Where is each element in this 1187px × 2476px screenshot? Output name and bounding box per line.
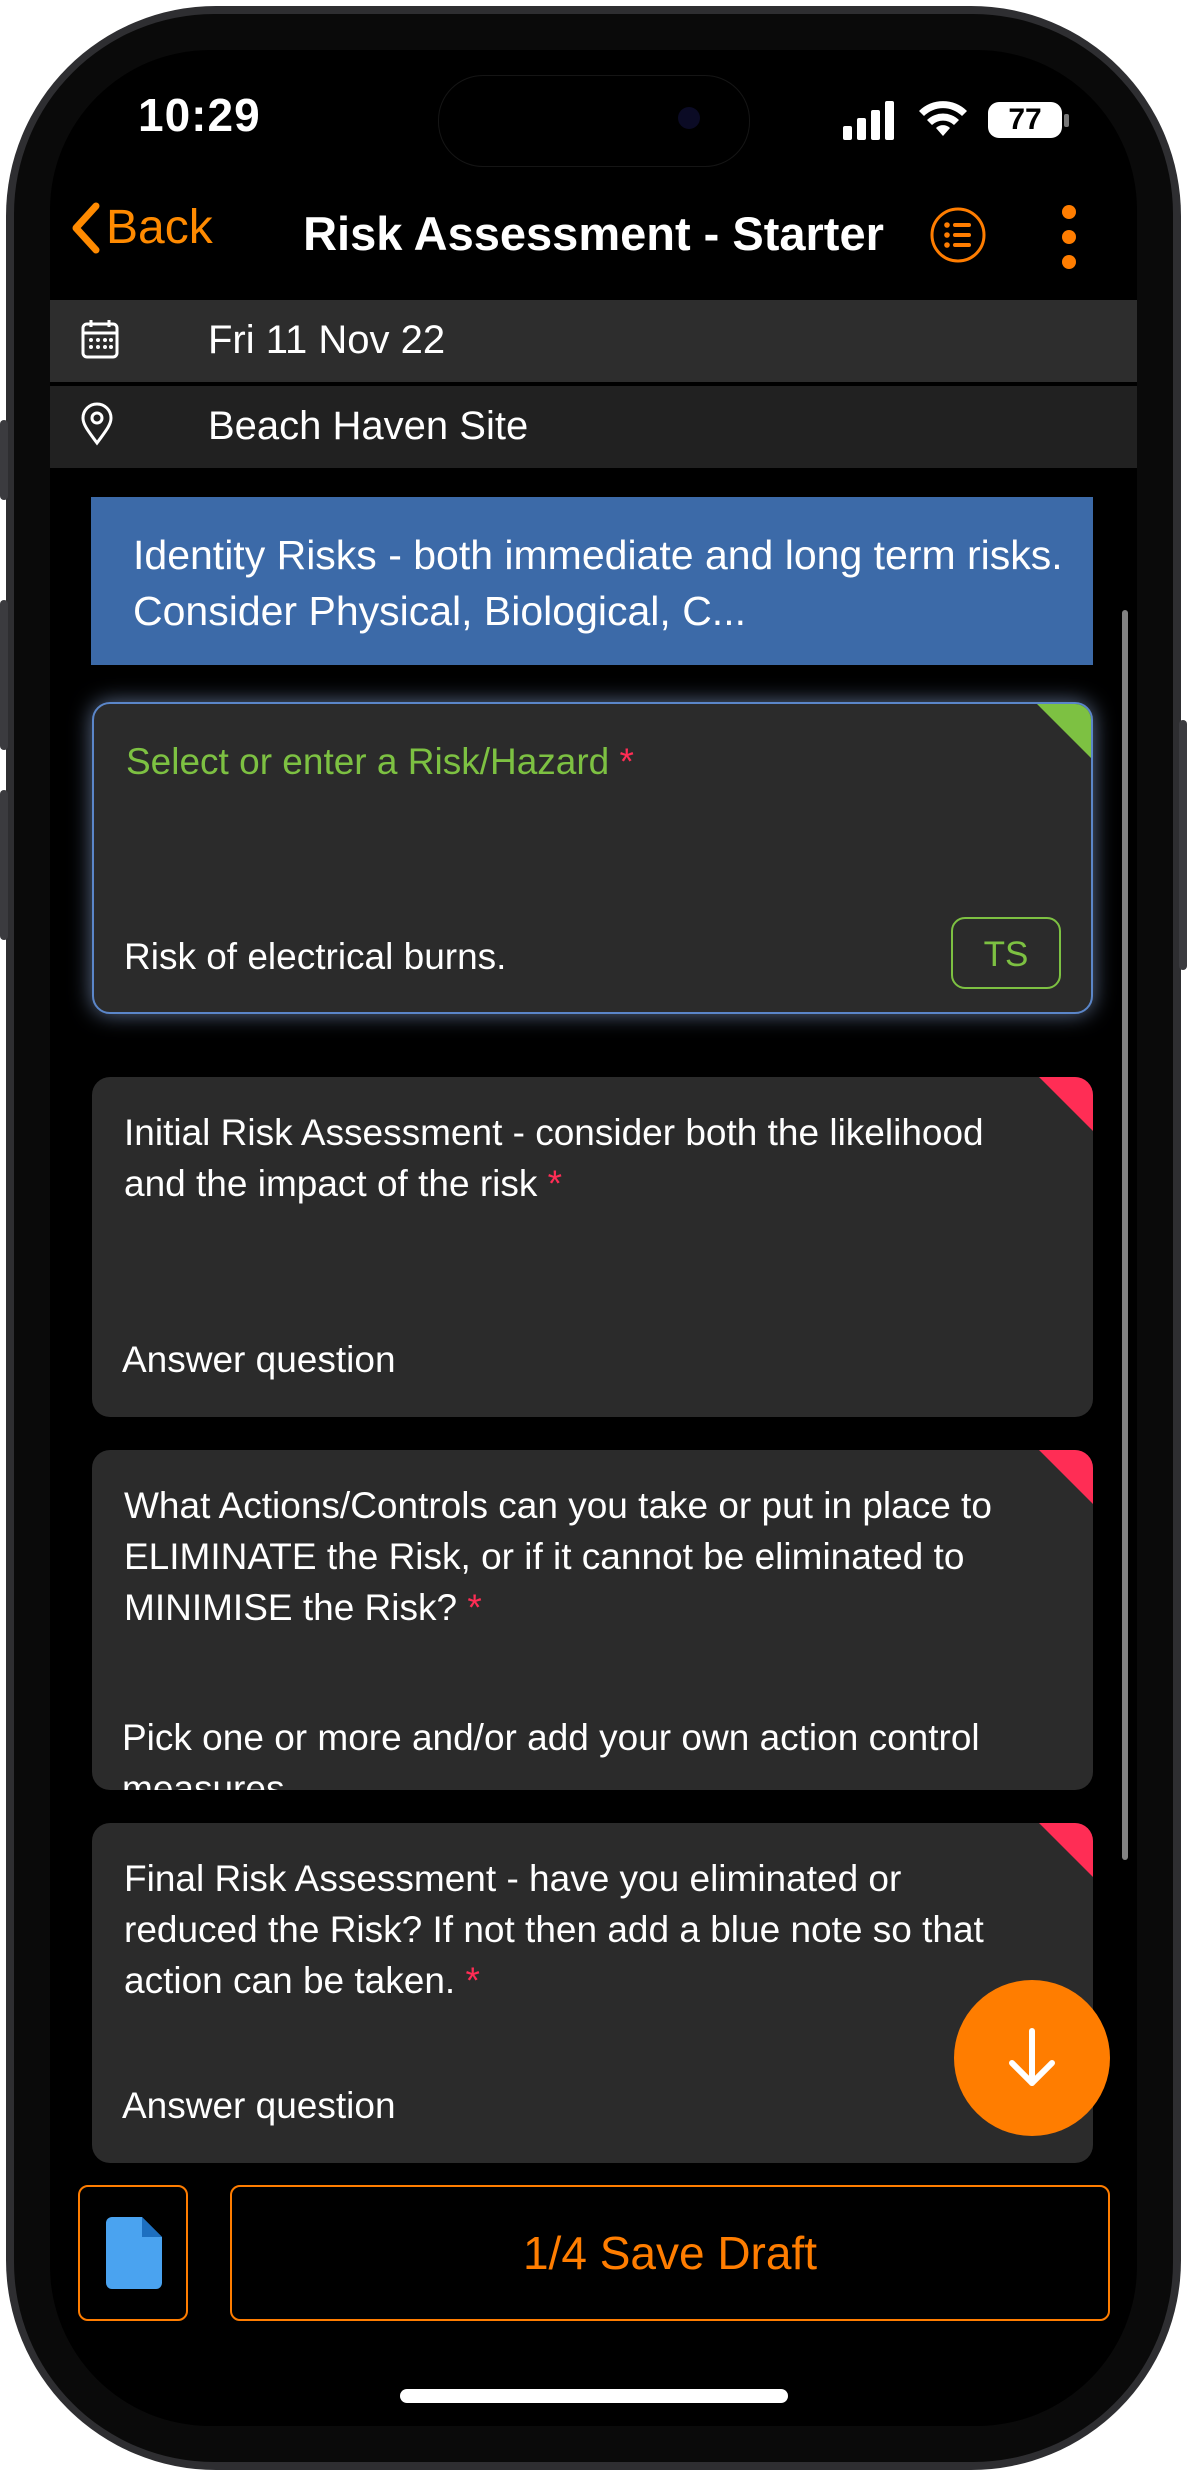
required-marker: * (547, 1163, 563, 1204)
signal-icon (843, 101, 894, 140)
answer-placeholder: Answer question (122, 1339, 396, 1380)
document-button[interactable] (78, 2185, 188, 2321)
battery-icon: 77 (988, 102, 1062, 138)
status-corner (1039, 1823, 1093, 1877)
volume-down-button (0, 790, 8, 940)
arrow-down-icon (1009, 2028, 1055, 2086)
power-button (1179, 720, 1187, 970)
question-text: What Actions/Controls can you take or pu… (124, 1485, 992, 1628)
question-card-actions-controls[interactable]: What Actions/Controls can you take or pu… (92, 1450, 1093, 1790)
question-text: Final Risk Assessment - have you elimina… (124, 1858, 984, 2001)
status-corner (1039, 1450, 1093, 1504)
question-label: Initial Risk Assessment - consider both … (124, 1107, 1024, 1209)
question-label: Select or enter a Risk/Hazard * (126, 736, 1026, 787)
required-marker: * (465, 1960, 480, 2001)
date-text: Fri 11 Nov 22 (208, 318, 446, 362)
front-camera (678, 107, 700, 129)
battery-tip (1064, 114, 1069, 127)
wifi-icon (919, 101, 967, 136)
status-corner (1039, 1077, 1093, 1131)
question-text: Select or enter a Risk/Hazard (126, 741, 610, 782)
more-vertical-icon[interactable] (1054, 202, 1084, 272)
mute-switch (0, 420, 8, 500)
answer-placeholder: Answer question (122, 2085, 396, 2126)
location-text: Beach Haven Site (208, 404, 529, 448)
banner-text: Identity Risks - both immediate and long… (133, 532, 1063, 634)
answer-text: Risk of electrical burns. (124, 936, 507, 977)
status-time: 10:29 (138, 89, 261, 141)
scroll-down-button[interactable] (954, 1980, 1110, 2136)
required-marker: * (619, 741, 634, 782)
question-label: What Actions/Controls can you take or pu… (124, 1480, 1024, 1633)
question-card-initial-risk[interactable]: Initial Risk Assessment - consider both … (92, 1077, 1093, 1417)
question-card-risk-hazard[interactable]: Select or enter a Risk/Hazard * Risk of … (92, 702, 1093, 1014)
location-row[interactable]: Beach Haven Site (50, 386, 1137, 468)
volume-up-button (0, 600, 8, 750)
date-row[interactable]: Fri 11 Nov 22 (50, 300, 1137, 382)
save-draft-button[interactable]: 1/4 Save Draft (230, 2185, 1110, 2321)
list-icon[interactable] (928, 205, 988, 265)
question-card-final-risk[interactable]: Final Risk Assessment - have you elimina… (92, 1823, 1093, 2163)
question-label: Final Risk Assessment - have you elimina… (124, 1853, 1024, 2006)
calendar-icon (81, 320, 119, 359)
app-screen: 10:29 77 Back Risk Assessment - Starter (50, 50, 1137, 2426)
ts-badge-button[interactable]: TS (951, 917, 1061, 989)
home-indicator[interactable] (400, 2389, 788, 2403)
required-marker: * (467, 1587, 482, 1628)
answer-placeholder: Pick one or more and/or add your own act… (122, 1717, 980, 1790)
dynamic-island (438, 75, 750, 167)
scrollbar[interactable] (1122, 610, 1128, 1860)
section-banner: Identity Risks - both immediate and long… (91, 497, 1093, 665)
document-icon (106, 2217, 162, 2289)
status-corner (1037, 704, 1091, 758)
location-pin-icon (81, 402, 113, 446)
